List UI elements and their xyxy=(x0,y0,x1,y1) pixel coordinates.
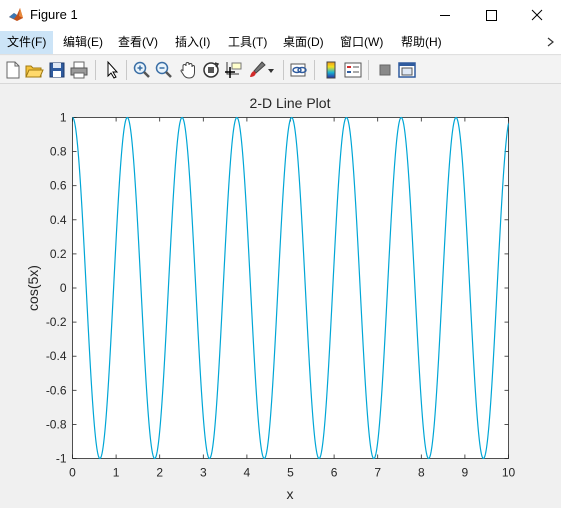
y-axis-label: cos(5x) xyxy=(25,265,41,311)
title-bar: Figure 1 xyxy=(0,0,561,31)
colorbar-icon xyxy=(326,61,336,79)
line-plot[interactable]: 2-D Line Plot 0 1 2 3 4 5 6 7 8 9 10-1-0.8-0.6-0.4… xyxy=(0,85,561,508)
x-tick-label: 3 xyxy=(200,466,207,480)
data-cursor-icon xyxy=(225,62,242,78)
insert-colorbar-button[interactable] xyxy=(320,59,342,81)
link-plot-icon xyxy=(290,63,307,77)
menu-edit[interactable]: 编辑(E) xyxy=(56,31,110,54)
maximize-button[interactable] xyxy=(468,0,514,31)
brush-dropdown-button[interactable] xyxy=(265,59,277,81)
menu-insert[interactable]: 插入(I) xyxy=(168,31,217,54)
zoom-out-button[interactable] xyxy=(153,59,175,81)
window-title: Figure 1 xyxy=(30,7,78,22)
pan-hand-icon xyxy=(180,61,195,79)
y-tick-label: 0.8 xyxy=(50,145,67,159)
x-tick-label: 10 xyxy=(502,466,516,480)
toolbar-separator xyxy=(95,60,96,80)
zoom-in-icon xyxy=(133,61,150,78)
edit-plot-button[interactable] xyxy=(101,59,123,81)
axes-background xyxy=(72,117,509,459)
save-icon xyxy=(49,62,65,78)
rotate-3d-icon xyxy=(203,62,220,78)
toolbar-separator xyxy=(368,60,369,80)
menu-bar: 文件(F) 编辑(E) 查看(V) 插入(I) 工具(T) 桌面(D) 窗口(W… xyxy=(0,31,561,55)
figure-canvas: 2-D Line Plot 0 1 2 3 4 5 6 7 8 9 10 -1 -0.8 -0.6 -0.4… xyxy=(0,85,561,508)
y-tick-label: 0.4 xyxy=(50,213,67,227)
x-tick-label: 6 xyxy=(331,466,338,480)
close-button[interactable] xyxy=(514,0,560,31)
print-button[interactable] xyxy=(68,59,90,81)
link-plot-button[interactable] xyxy=(288,59,310,81)
edit-plot-arrow-icon xyxy=(107,60,119,79)
new-figure-icon xyxy=(6,61,20,79)
hide-plot-tools-button[interactable] xyxy=(374,59,396,81)
x-tick-label: 8 xyxy=(418,466,425,480)
y-tick-label: -0.8 xyxy=(46,417,67,431)
y-tick-label: 0 xyxy=(60,281,67,295)
x-tick-label: 1 xyxy=(113,466,120,480)
y-tick-label: 1 xyxy=(60,111,67,125)
close-icon xyxy=(531,9,543,21)
zoom-in-button[interactable] xyxy=(131,59,153,81)
x-tick-label: 2 xyxy=(156,466,163,480)
matlab-logo-icon xyxy=(9,8,23,21)
x-tick-label: 7 xyxy=(374,466,381,480)
print-icon xyxy=(70,61,88,79)
show-plot-tools-button[interactable] xyxy=(396,59,418,81)
open-file-button[interactable] xyxy=(23,59,45,81)
menu-desktop[interactable]: 桌面(D) xyxy=(276,31,331,54)
y-tick-label: -0.4 xyxy=(46,349,67,363)
menu-overflow-arrow-icon[interactable] xyxy=(546,36,556,48)
menu-tools[interactable]: 工具(T) xyxy=(221,31,274,54)
brush-dropdown-icon xyxy=(268,69,274,73)
insert-legend-button[interactable] xyxy=(342,59,364,81)
new-figure-button[interactable] xyxy=(2,59,24,81)
menu-window[interactable]: 窗口(W) xyxy=(333,31,390,54)
minimize-button[interactable] xyxy=(422,0,468,31)
y-tick-label: 0.2 xyxy=(50,247,67,261)
toolbar-separator xyxy=(126,60,127,80)
maximize-icon xyxy=(486,10,497,21)
open-file-icon xyxy=(25,65,44,78)
x-tick-label: 0 xyxy=(69,466,76,480)
legend-icon xyxy=(344,62,362,78)
show-plot-tools-icon xyxy=(398,62,416,78)
zoom-out-icon xyxy=(155,61,172,78)
y-tick-label: -0.2 xyxy=(46,315,67,329)
x-tick-label: 9 xyxy=(462,466,469,480)
menu-view[interactable]: 查看(V) xyxy=(111,31,165,54)
toolbar-separator xyxy=(314,60,315,80)
hide-plot-tools-icon xyxy=(379,64,391,76)
figure-window: Figure 1 文件(F) 编辑(E) 查看(V) 插入(I) 工具(T) 桌… xyxy=(0,0,561,508)
chart-title: 2-D Line Plot xyxy=(250,95,331,111)
y-tick-label: 0.6 xyxy=(50,179,67,193)
toolbar-separator xyxy=(283,60,284,80)
x-tick-label: 4 xyxy=(244,466,251,480)
menu-file[interactable]: 文件(F) xyxy=(0,31,54,54)
x-tick-label: 5 xyxy=(287,466,294,480)
save-button[interactable] xyxy=(46,59,68,81)
y-tick-label: -0.6 xyxy=(46,383,67,397)
x-axis-label: x xyxy=(287,486,294,502)
menu-help[interactable]: 帮助(H) xyxy=(394,31,449,54)
data-cursor-button[interactable] xyxy=(223,59,245,81)
pan-button[interactable] xyxy=(177,59,199,81)
y-tick-label: -1 xyxy=(56,452,67,466)
toolbar xyxy=(0,56,561,84)
rotate-3d-button[interactable] xyxy=(200,59,222,81)
minimize-icon xyxy=(440,15,450,16)
